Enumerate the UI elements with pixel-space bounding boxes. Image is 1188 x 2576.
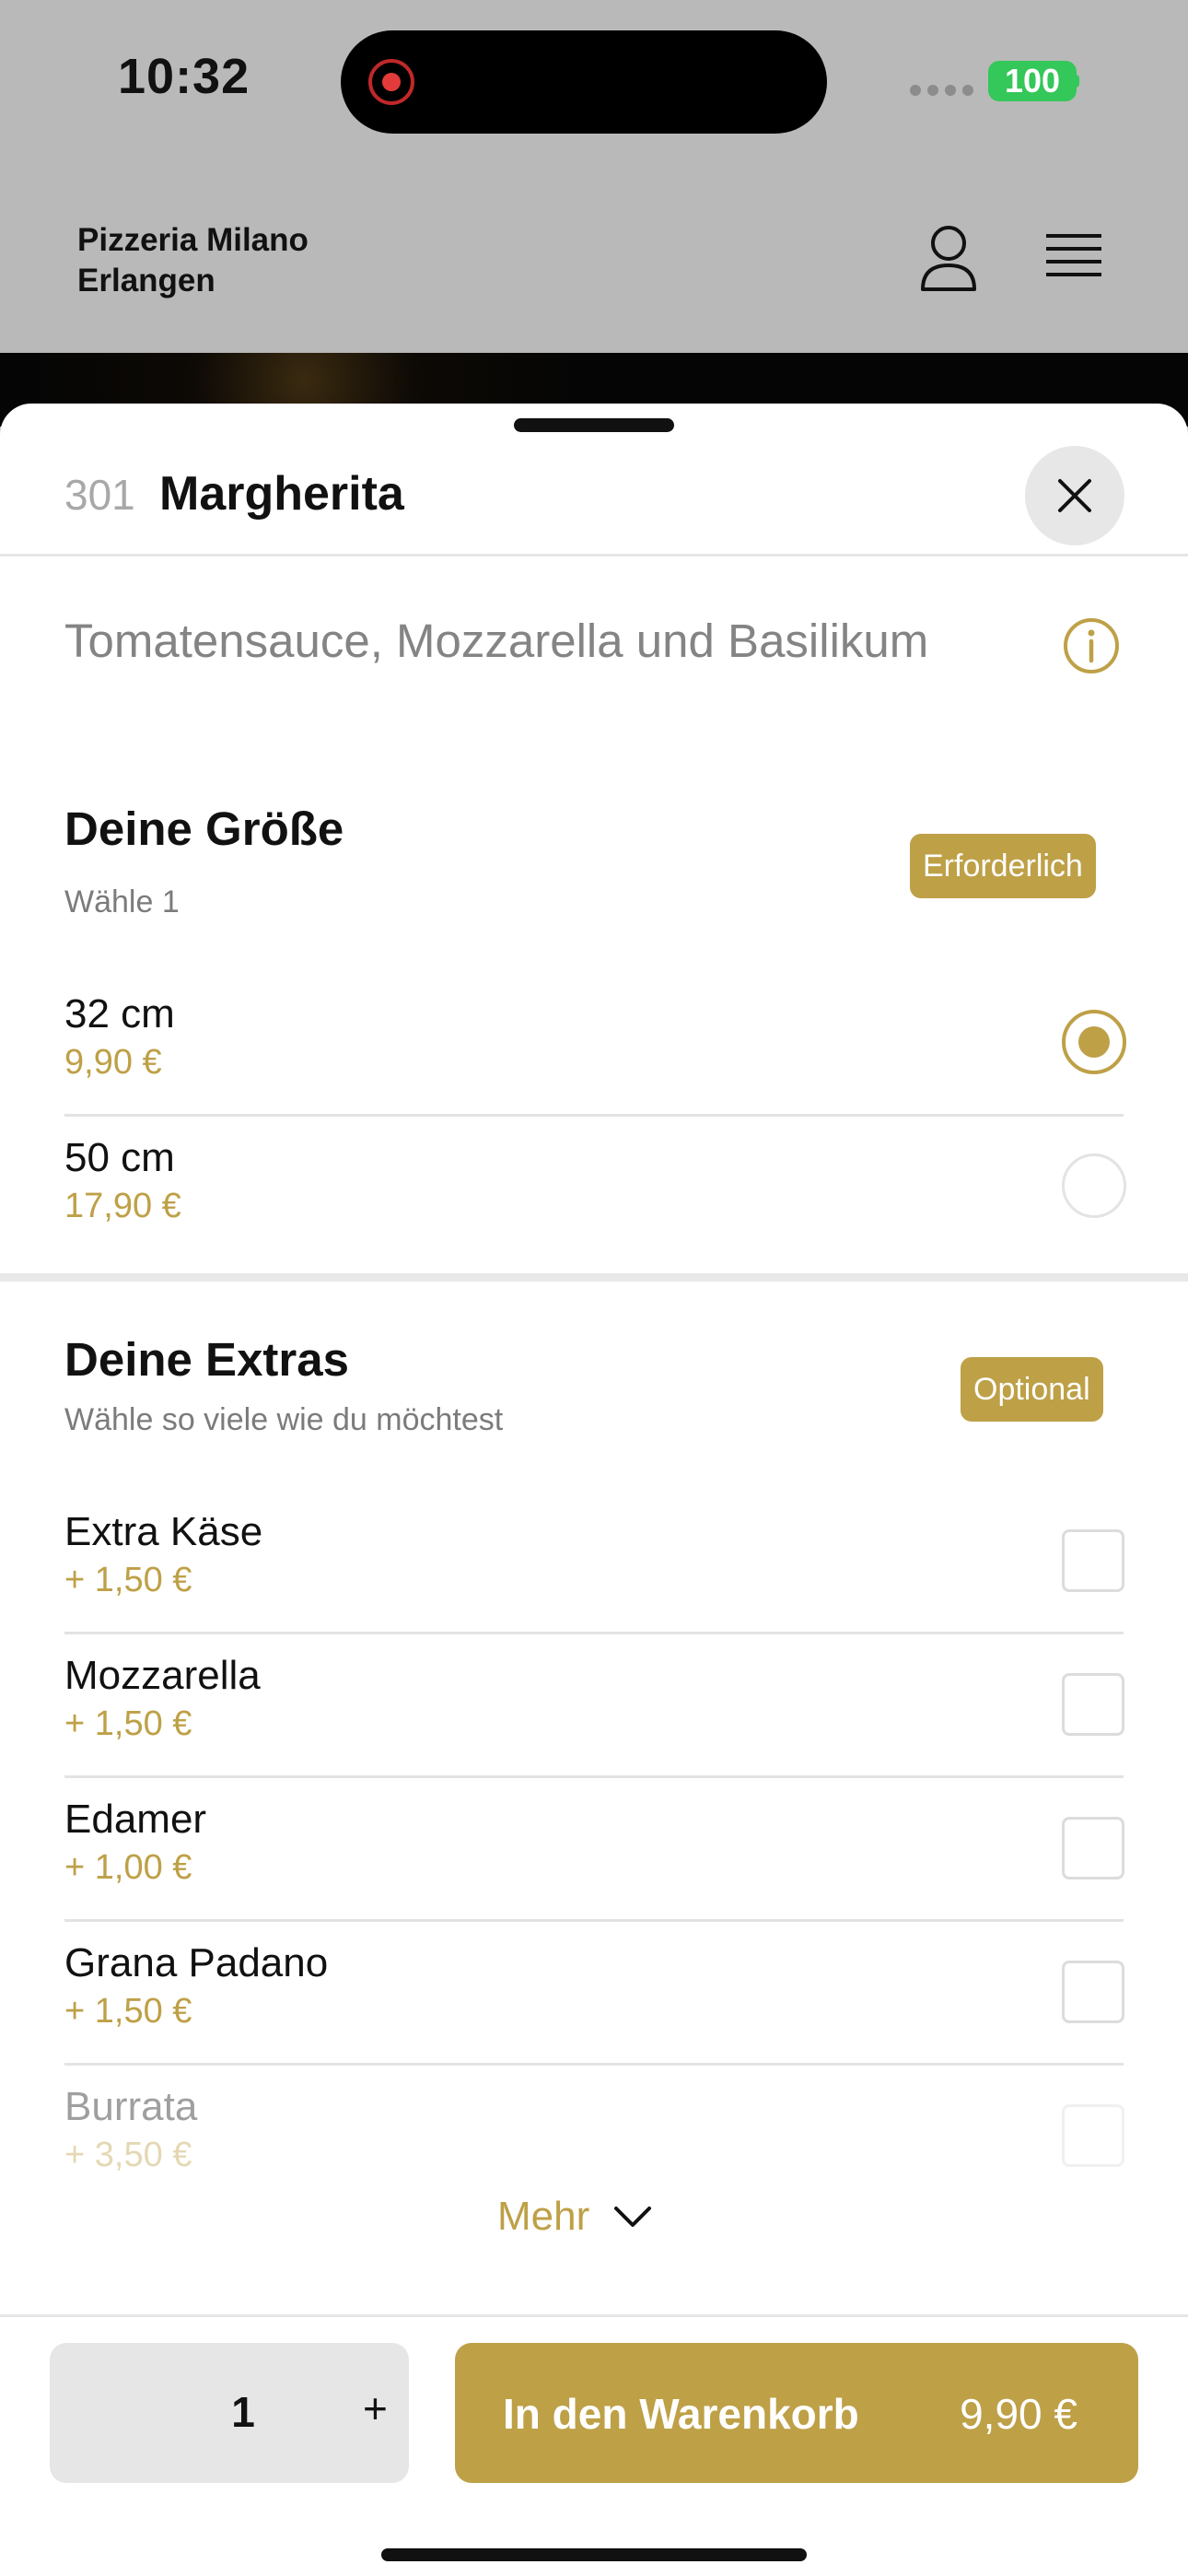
add-to-cart-label: In den Warenkorb <box>503 2390 859 2438</box>
add-to-cart-button[interactable]: In den Warenkorb 9,90 € <box>455 2343 1138 2483</box>
status-bar: 10:32 100 <box>0 0 1188 161</box>
extra-checkbox[interactable] <box>1062 2104 1124 2167</box>
more-button[interactable]: Mehr <box>497 2189 652 2244</box>
size-option-50[interactable]: 50 cm 17,90 € <box>64 1117 1126 1260</box>
restaurant-name-line2: Erlangen <box>77 263 215 299</box>
size-option-32[interactable]: 32 cm 9,90 € <box>64 973 1126 1117</box>
extra-option-grana-padano[interactable]: Grana Padano + 1,50 € <box>64 1922 1124 2066</box>
chevron-down-icon <box>614 2207 652 2227</box>
optional-badge: Optional <box>961 1357 1103 1422</box>
extra-option-extra-kaese[interactable]: Extra Käse + 1,50 € <box>64 1491 1124 1634</box>
size-option-name: 50 cm <box>64 1135 175 1180</box>
home-indicator <box>381 2548 807 2561</box>
app-header: Pizzeria Milano Erlangen <box>0 161 1188 353</box>
extra-option-price: + 1,50 € <box>64 1561 192 1599</box>
battery-tip <box>1074 75 1079 88</box>
extra-option-price: + 3,50 € <box>64 2136 192 2174</box>
item-detail-sheet: 301 Margherita Tomatensauce, Mozzarella … <box>0 404 1188 2576</box>
extra-checkbox[interactable] <box>1062 1529 1124 1592</box>
dynamic-island <box>341 30 827 134</box>
close-button[interactable] <box>1025 446 1124 545</box>
profile-icon[interactable] <box>912 221 985 295</box>
extra-option-name: Burrata <box>64 2084 198 2129</box>
quantity-value: 1 <box>231 2388 255 2436</box>
restaurant-name[interactable]: Pizzeria Milano Erlangen <box>77 220 309 301</box>
recording-icon <box>368 59 414 105</box>
size-option-price: 9,90 € <box>64 1043 162 1082</box>
radio-selected[interactable] <box>1062 1010 1126 1074</box>
battery-icon: 100 <box>988 61 1077 101</box>
item-description: Tomatensauce, Mozzarella und Basilikum <box>64 615 929 667</box>
extra-option-mozzarella[interactable]: Mozzarella + 1,50 € <box>64 1634 1124 1778</box>
extras-section-subtitle: Wähle so viele wie du möchtest <box>64 1402 504 1437</box>
close-icon <box>1058 479 1091 512</box>
extras-section-title: Deine Extras <box>64 1333 349 1386</box>
extra-option-price: + 1,00 € <box>64 1848 192 1887</box>
extra-checkbox[interactable] <box>1062 1673 1124 1736</box>
hamburger-menu-icon[interactable] <box>1041 230 1107 286</box>
add-to-cart-price: 9,90 € <box>960 2390 1077 2438</box>
extra-option-price: + 1,50 € <box>64 1704 192 1743</box>
size-option-price: 17,90 € <box>64 1187 181 1225</box>
item-title: Margherita <box>159 467 404 521</box>
sheet-header: 301 Margherita <box>0 440 1188 556</box>
extra-option-burrata[interactable]: Burrata + 3,50 € <box>64 2066 1124 2209</box>
quantity-plus-button[interactable]: + <box>363 2383 388 2433</box>
size-section-subtitle: Wähle 1 <box>64 884 180 919</box>
sheet-grabber[interactable] <box>514 418 674 432</box>
status-time: 10:32 <box>118 49 250 104</box>
extra-option-name: Extra Käse <box>64 1509 263 1554</box>
section-divider <box>0 1273 1188 1282</box>
extra-option-price: + 1,50 € <box>64 1992 192 2031</box>
restaurant-name-line1: Pizzeria Milano <box>77 222 309 258</box>
required-badge: Erforderlich <box>910 834 1096 898</box>
extra-option-name: Mozzarella <box>64 1653 261 1698</box>
extra-option-name: Grana Padano <box>64 1940 329 1985</box>
extra-option-edamer[interactable]: Edamer + 1,00 € <box>64 1778 1124 1922</box>
more-label: Mehr <box>497 2194 590 2239</box>
info-icon[interactable] <box>1063 617 1120 674</box>
item-number: 301 <box>64 471 135 519</box>
quantity-stepper[interactable]: 1 + <box>50 2343 409 2483</box>
signal-icon <box>910 85 973 96</box>
extra-option-name: Edamer <box>64 1797 207 1842</box>
size-section-title: Deine Größe <box>64 802 344 855</box>
sheet-footer: 1 + In den Warenkorb 9,90 € <box>0 2314 1188 2576</box>
extra-checkbox[interactable] <box>1062 1961 1124 2023</box>
extra-checkbox[interactable] <box>1062 1817 1124 1879</box>
radio-unselected[interactable] <box>1062 1153 1126 1218</box>
size-option-name: 32 cm <box>64 991 175 1036</box>
